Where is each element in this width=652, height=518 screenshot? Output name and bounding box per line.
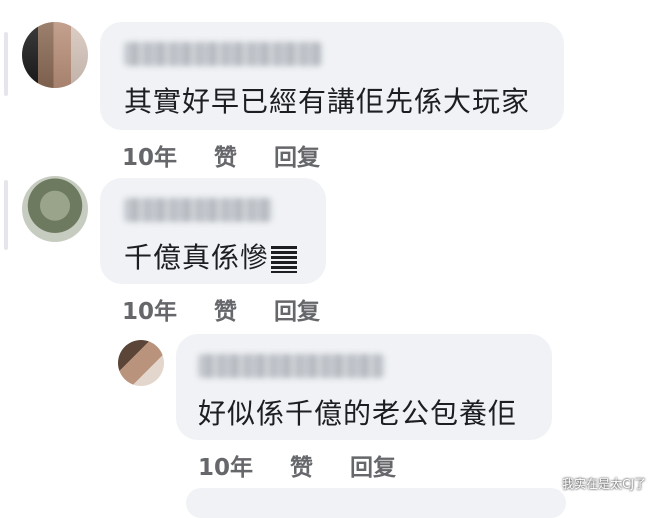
comment-text: 好似係千億的老公包養佢 xyxy=(198,397,518,430)
reply-button[interactable]: 回复 xyxy=(274,292,320,326)
like-button[interactable]: 赞 xyxy=(214,292,237,326)
comment-text: 千億真係慘 xyxy=(124,236,299,276)
comment-timestamp[interactable]: 10年 xyxy=(122,138,177,172)
like-button[interactable]: 赞 xyxy=(290,448,313,482)
comment-text-content: 千億真係慘 xyxy=(124,241,270,274)
thread-line xyxy=(4,32,8,96)
reply-button[interactable]: 回复 xyxy=(350,448,396,482)
commenter-name-redacted xyxy=(124,198,272,222)
thread-line xyxy=(4,180,8,250)
avatar[interactable] xyxy=(22,22,88,88)
watermark: 我实在是太CJ了 xyxy=(562,477,646,491)
comment-timestamp[interactable]: 10年 xyxy=(122,292,177,326)
comment-text: 其實好早已經有講佢先係大玩家 xyxy=(124,85,531,118)
avatar[interactable] xyxy=(118,340,164,386)
crying-emoji-icon xyxy=(271,246,298,273)
reply-button[interactable]: 回复 xyxy=(274,138,320,172)
commenter-name-redacted xyxy=(124,42,322,66)
comment-bubble-partial xyxy=(186,488,566,518)
comment-timestamp[interactable]: 10年 xyxy=(198,448,253,482)
commenter-name-redacted xyxy=(198,354,384,378)
avatar[interactable] xyxy=(22,176,88,242)
like-button[interactable]: 赞 xyxy=(214,138,237,172)
